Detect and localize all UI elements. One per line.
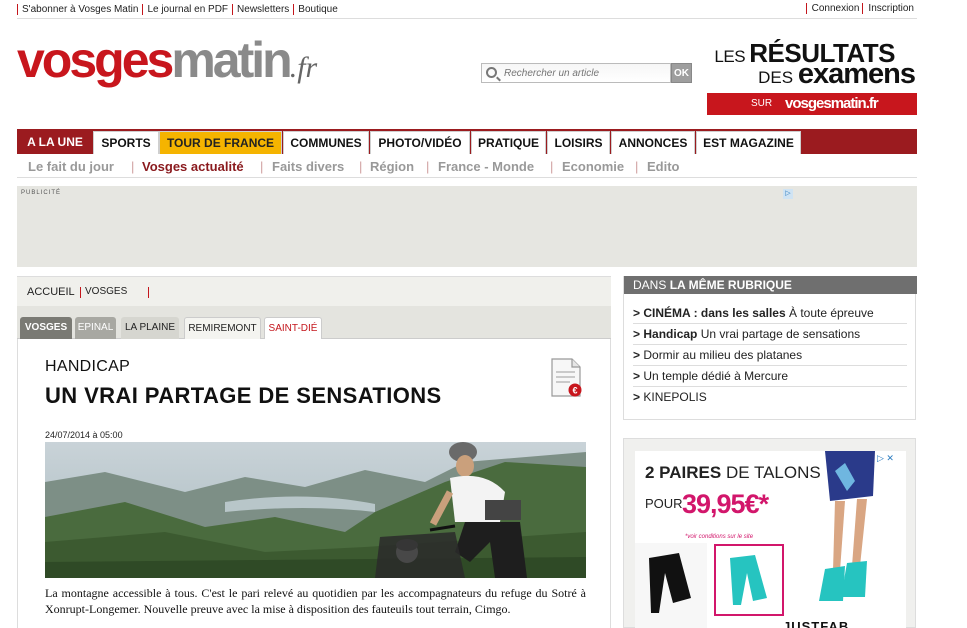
local-tab-remiremont[interactable]: REMIREMONT — [184, 317, 261, 339]
main-nav: A LA UNE SPORTS TOUR DE FRANCE COMMUNES … — [17, 129, 917, 154]
local-tab-epinal[interactable]: EPINAL — [75, 317, 116, 339]
article-lead: La montagne accessible à tous. C'est le … — [45, 586, 586, 616]
side-ad-note: *voir conditions sur le site — [685, 534, 754, 540]
subtab-france-monde[interactable]: France - Monde — [438, 159, 534, 174]
tab-est-magazine[interactable]: EST MAGAZINE — [696, 131, 801, 154]
tab-loisirs[interactable]: LOISIRS — [547, 131, 610, 154]
subtab-fait-du-jour[interactable]: Le fait du jour — [28, 159, 114, 174]
breadcrumb-separator — [148, 287, 149, 298]
article-title: UN VRAI PARTAGE DE SENSATIONS — [45, 383, 442, 408]
divider — [17, 18, 917, 19]
utility-links-right: Connexion Inscription — [805, 3, 917, 14]
article-kicker: HANDICAP — [45, 358, 131, 375]
subnav-separator: | — [131, 159, 135, 174]
side-ad[interactable]: 2 PAIRES DE TALONS POUR 39,95€* *voir co… — [623, 438, 916, 628]
subnav-separator: | — [635, 159, 639, 174]
promo-line-2: DES examens — [758, 58, 916, 90]
subtab-vosges-actualite[interactable]: Vosges actualité — [142, 159, 244, 174]
tab-pratique[interactable]: PRATIQUE — [471, 131, 546, 154]
subnav-separator: | — [260, 159, 264, 174]
side-ad-price: 39,95€* — [682, 489, 769, 519]
related-article-link[interactable]: > Handicap Un vrai partage de sensations — [633, 324, 907, 345]
local-tabs: VOSGES EPINAL LA PLAINE REMIREMONT SAINT… — [17, 306, 611, 339]
tab-annonces[interactable]: ANNONCES — [611, 131, 695, 154]
side-ad-brand: JUSTFAB — [783, 619, 850, 628]
subtab-economie[interactable]: Economie — [562, 159, 624, 174]
breadcrumb: ACCUEIL VOSGES — [17, 276, 611, 306]
newsletters-link[interactable]: Newsletters — [232, 4, 293, 15]
ad-label: PUBLICITÉ — [21, 190, 62, 196]
local-tab-la-plaine[interactable]: LA PLAINE — [121, 317, 179, 339]
breadcrumb-separator — [80, 287, 81, 298]
subtab-region[interactable]: Région — [370, 159, 414, 174]
shop-link[interactable]: Boutique — [293, 4, 341, 15]
subnav-separator: | — [550, 159, 554, 174]
shoes-illustration — [635, 543, 784, 628]
utility-links-left: S'abonner à Vosges Matin Le journal en P… — [17, 4, 342, 15]
ad-banner[interactable]: PUBLICITÉ ▷ — [17, 186, 917, 267]
related-article-link[interactable]: > KINEPOLIS — [633, 387, 907, 408]
breadcrumb-section[interactable]: VOSGES — [85, 286, 127, 297]
search-icon — [486, 67, 497, 78]
local-tab-saint-die[interactable]: SAINT-DIÉ — [264, 317, 322, 339]
search-input[interactable] — [504, 66, 664, 81]
login-link[interactable]: Connexion — [805, 3, 863, 14]
breadcrumb-home[interactable]: ACCUEIL — [27, 286, 75, 298]
legs-illustration — [819, 451, 875, 601]
utility-bar: S'abonner à Vosges Matin Le journal en P… — [17, 0, 917, 18]
search-box — [481, 63, 671, 83]
svg-text:€: € — [572, 386, 577, 396]
same-section-heading: DANS LA MÊME RUBRIQUE — [624, 276, 917, 294]
exam-results-promo[interactable]: LES RÉSULTATS DES examens SUR vosgesmati… — [706, 40, 917, 116]
adchoices-icon[interactable]: ▷ — [783, 189, 793, 199]
tab-a-la-une[interactable]: A LA UNE — [17, 131, 93, 154]
logo-part-matin: matin — [171, 32, 292, 88]
subscribe-link[interactable]: S'abonner à Vosges Matin — [17, 4, 142, 15]
article: HANDICAP UN VRAI PARTAGE DE SENSATIONS 2… — [17, 339, 611, 628]
logo-part-vosges: vosges — [17, 32, 174, 88]
related-article-link[interactable]: > Un temple dédié à Mercure — [633, 366, 907, 387]
tab-photo-video[interactable]: PHOTO/VIDÉO — [370, 131, 470, 154]
tab-tour-de-france[interactable]: TOUR DE FRANCE — [159, 131, 282, 154]
side-ad-creative[interactable]: 2 PAIRES DE TALONS POUR 39,95€* *voir co… — [635, 451, 906, 628]
sub-nav: Le fait du jour | Vosges actualité | Fai… — [17, 154, 917, 178]
promo-band-logo: vosgesmatin.fr — [785, 95, 879, 112]
register-link[interactable]: Inscription — [862, 3, 917, 14]
promo-band: SUR vosgesmatin.fr — [707, 93, 917, 115]
search-bar: OK — [481, 63, 692, 83]
site-logo[interactable]: vosgesmatin.fr — [17, 30, 317, 98]
tab-sports[interactable]: SPORTS — [93, 131, 159, 154]
side-ad-pour: POUR — [645, 496, 683, 511]
subtab-faits-divers[interactable]: Faits divers — [272, 159, 344, 174]
search-ok-button[interactable]: OK — [671, 63, 692, 83]
subnav-separator: | — [359, 159, 363, 174]
pdf-journal-link[interactable]: Le journal en PDF — [142, 4, 232, 15]
local-tab-vosges[interactable]: VOSGES — [20, 317, 72, 339]
subnav-separator: | — [426, 159, 430, 174]
same-section-box: DANS LA MÊME RUBRIQUE > CINÉMA : dans le… — [623, 276, 917, 420]
paid-document-icon[interactable]: € — [550, 358, 582, 398]
subtab-edito[interactable]: Edito — [647, 159, 680, 174]
article-photo[interactable] — [45, 442, 586, 578]
tab-communes[interactable]: COMMUNES — [283, 131, 369, 154]
logo-part-fr: .fr — [289, 51, 318, 84]
article-date: 24/07/2014 à 05:00 — [45, 430, 123, 440]
related-article-link[interactable]: > CINÉMA : dans les salles À toute épreu… — [633, 303, 907, 324]
related-article-link[interactable]: > Dormir au milieu des platanes — [633, 345, 907, 366]
